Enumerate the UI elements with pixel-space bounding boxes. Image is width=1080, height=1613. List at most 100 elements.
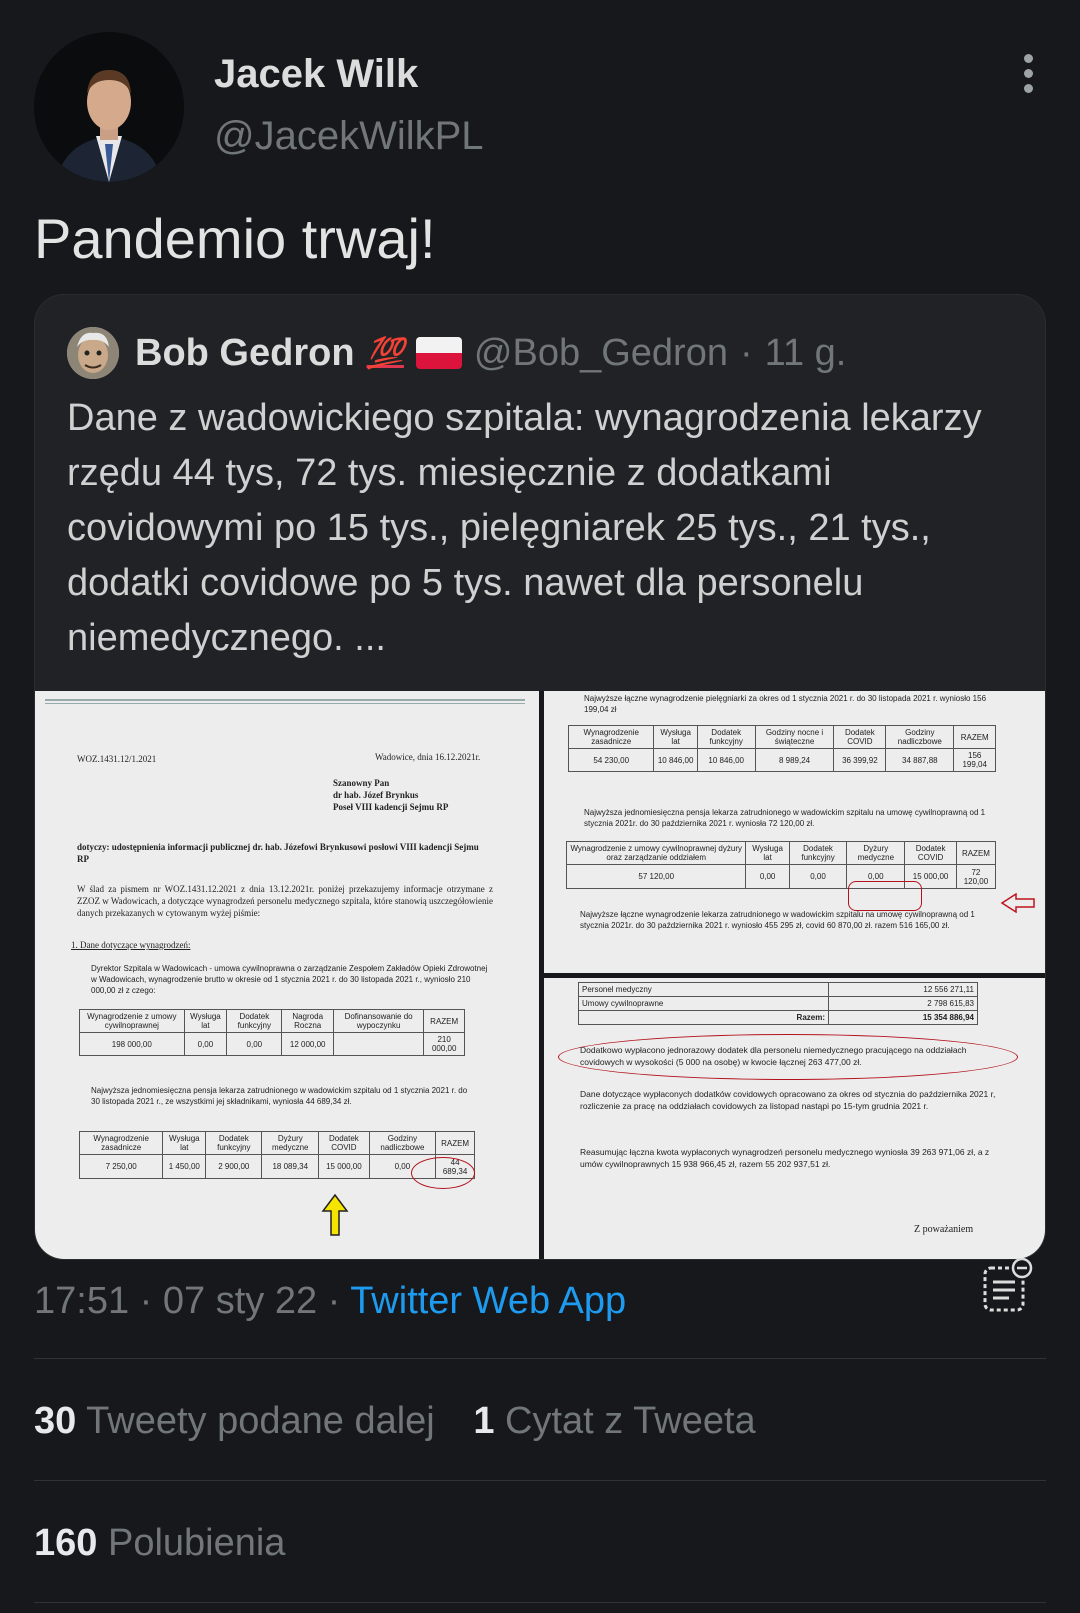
table-cell: 0,00 (183, 1032, 228, 1056)
list-add-icon[interactable] (982, 1258, 1034, 1314)
table-header: Godziny nocne i świąteczne (754, 725, 835, 749)
table-cell: 156 199,04 (953, 748, 996, 772)
source-app-link[interactable]: Twitter Web App (350, 1280, 626, 1322)
table-cell: 0,00 (788, 864, 848, 889)
red-box-annotation (848, 881, 922, 911)
table-cell: Razem: (578, 1010, 829, 1025)
letter-bullet-doctor: Najwyższa jednomiesięczna pensja lekarza… (91, 1086, 468, 1106)
table-cell: 8 989,24 (754, 748, 835, 772)
letter-addressee-2: dr hab. Józef Brynkus (333, 790, 419, 800)
doctor-contract-table: Wynagrodzenie z umowy cywilnoprawnej dyż… (565, 841, 997, 889)
divider (34, 1602, 1046, 1603)
table-cell: 15 000,00 (318, 1154, 370, 1179)
separator-dot: · (139, 1280, 153, 1322)
red-arrow-icon (1000, 893, 1035, 913)
table-header: Wysługa lat (653, 725, 698, 749)
table-cell: 198 000,00 (79, 1032, 185, 1056)
table-header: Dyżury medyczne (261, 1131, 320, 1155)
quoted-author-handle[interactable]: @Bob_Gedron (474, 332, 728, 375)
hundred-points-icon: 💯 (366, 336, 404, 370)
summary-paragraph-1: Dane dotyczące wypłaconych dodatków covi… (580, 1089, 996, 1111)
table-cell: 15 354 886,94 (828, 1010, 978, 1025)
quoted-tweet[interactable]: Bob Gedron 💯 @Bob_Gedron · 11 g. Dane z … (34, 294, 1046, 1260)
table-header: Dodatek funkcyjny (205, 1131, 263, 1155)
author-name[interactable]: Jacek Wilk (214, 52, 418, 97)
table-header: Dofinansowanie do wypoczynku (332, 1009, 425, 1033)
table-header: RAZEM (953, 725, 996, 749)
quoted-tweet-media[interactable]: WOZ.1431.12/1.2021 Wadowice, dnia 16.12.… (35, 691, 1045, 1259)
quotes-stat[interactable]: 1 Cytat z Tweeta (473, 1400, 755, 1442)
likes-stats: 160 Polubienia (34, 1522, 313, 1565)
table-header: Wysługa lat (183, 1009, 228, 1033)
tweet-header: Jacek Wilk @JacekWilkPL (34, 32, 1046, 182)
table-header: Wynagrodzenie z umowy cywilnoprawnej (79, 1009, 185, 1033)
director-salary-table: Wynagrodzenie z umowy cywilnoprawnej Wys… (79, 1009, 465, 1056)
likes-count: 160 (34, 1522, 98, 1564)
more-options-icon[interactable] (1024, 54, 1034, 94)
table-cell: 0,00 (226, 1032, 283, 1056)
poland-flag-icon (415, 337, 462, 369)
table-cell: 10 846,00 (653, 748, 698, 772)
table-header: Wysługa lat (745, 841, 790, 865)
table-cell: 54 230,00 (567, 748, 655, 772)
table-cell: 2 798 615,83 (828, 996, 978, 1011)
letter-bullet-director: Dyrektor Szpitala w Wadowicach - umowa c… (91, 964, 488, 995)
summary-highlight: Dodatkowo wypłacono jednorazowy dodatek … (580, 1045, 967, 1067)
letter-addressee-3: Poseł VIII kadencji Sejmu RP (333, 802, 449, 812)
quoted-tweet-age[interactable]: 11 g. (765, 332, 847, 375)
table-cell: 0,00 (745, 864, 790, 889)
document-image-nurse-salary[interactable]: Najwyższe łączne wynagrodzenie pielęgnia… (544, 691, 1045, 973)
tweet-engagement-stats: 30 Tweety podane dalej 1 Cytat z Tweeta (34, 1400, 784, 1443)
table-header: Dodatek funkcyjny (696, 725, 756, 749)
tweet-text: Pandemio trwaj! (34, 207, 436, 270)
table-cell: 1 450,00 (162, 1154, 207, 1179)
tweet-time[interactable]: 17:51 (34, 1280, 129, 1322)
quoted-author-name[interactable]: Bob Gedron (135, 332, 355, 375)
likes-label: Polubienia (107, 1522, 286, 1564)
table-header: RAZEM (435, 1131, 475, 1155)
letter-addressee-1: Szanowny Pan (333, 778, 390, 788)
separator-dot: · (327, 1280, 341, 1322)
table-header: RAZEM (423, 1009, 465, 1033)
table-header: Dodatek funkcyjny (226, 1009, 283, 1033)
separator-dot: · (739, 331, 753, 374)
tweet-date[interactable]: 07 sty 22 (163, 1280, 317, 1322)
retweets-count: 30 (34, 1400, 77, 1442)
letter-subject: dotyczy: udostępnienia informacji public… (77, 842, 479, 864)
letter-list-item: 1. Dane dotyczące wynagrodzeń: (71, 940, 191, 950)
quotes-label: Cytat z Tweeta (505, 1400, 756, 1442)
doctor-total-line: Najwyższe łączne wynagrodzenie lekarza z… (580, 910, 975, 930)
likes-stat[interactable]: 160 Polubienia (34, 1522, 285, 1564)
quotes-count: 1 (473, 1400, 495, 1442)
author-avatar[interactable] (34, 32, 184, 182)
table-header: Nagroda Roczna (281, 1009, 334, 1033)
table-cell: 57 120,00 (565, 864, 747, 889)
summary-closing: Z poważaniem (914, 1224, 974, 1235)
quoted-author-avatar[interactable] (67, 327, 119, 379)
table-header: Dyżury medyczne (846, 841, 906, 865)
divider (34, 1480, 1046, 1481)
document-image-letter[interactable]: WOZ.1431.12/1.2021 Wadowice, dnia 16.12.… (35, 691, 539, 1259)
quoted-tweet-header: Bob Gedron 💯 @Bob_Gedron · 11 g. (67, 323, 846, 383)
retweets-stat[interactable]: 30 Tweety podane dalej (34, 1400, 445, 1442)
table-cell: Personel medyczny (578, 982, 829, 997)
summary-table: Personel medyczny 12 556 271,11 Umowy cyw… (578, 982, 978, 1025)
table-cell: 72 120,00 (955, 864, 997, 889)
table-cell: 18 089,34 (261, 1154, 320, 1179)
table-header: Wynagrodzenie z umowy cywilnoprawnej dyż… (565, 841, 747, 865)
table-cell: 12 556 271,11 (828, 982, 978, 997)
divider (34, 1358, 1046, 1359)
table-cell: 2 900,00 (205, 1154, 263, 1179)
summary-paragraph-2: Reasumując łączna kwota wypłaconych wyna… (580, 1147, 990, 1169)
document-image-summary[interactable]: Personel medyczny 12 556 271,11 Umowy cyw… (544, 978, 1045, 1259)
table-cell: 210 000,00 (423, 1032, 465, 1056)
letter-body: W ślad za pismem nr WOZ.1431.12.2021 z d… (77, 884, 493, 918)
red-circle-annotation (411, 1157, 475, 1189)
table-cell (332, 1032, 425, 1056)
table-header: Wynagrodzenie zasadnicze (78, 1131, 164, 1155)
table-cell: 10 846,00 (696, 748, 756, 772)
table-cell: Umowy cywilnoprawne (578, 996, 829, 1011)
letter-reference: WOZ.1431.12/1.2021 (77, 754, 157, 764)
nurse-salary-line: Najwyższe łączne wynagrodzenie pielęgnia… (584, 694, 987, 714)
author-handle[interactable]: @JacekWilkPL (214, 114, 484, 159)
